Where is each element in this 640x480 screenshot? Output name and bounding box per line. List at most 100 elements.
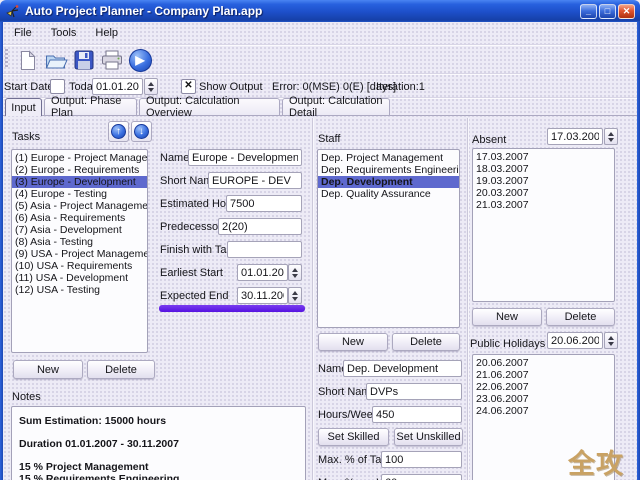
print-button[interactable] bbox=[98, 46, 126, 74]
tab-output-calculation-overview[interactable]: Output: Calculation Overview bbox=[139, 95, 280, 119]
show-output-checkbox[interactable] bbox=[181, 79, 196, 94]
holiday-date-spinner[interactable] bbox=[604, 332, 618, 349]
max-percent-week-input[interactable] bbox=[381, 474, 462, 480]
absent-new-button[interactable]: New bbox=[472, 308, 542, 326]
absent-date-item[interactable]: 20.03.2007 bbox=[473, 187, 614, 199]
set-skilled-button[interactable]: Set Skilled bbox=[318, 428, 389, 446]
task-list-item[interactable]: (5) Asia - Project Management bbox=[12, 200, 147, 212]
staff-new-button[interactable]: New bbox=[318, 333, 388, 351]
absent-delete-button[interactable]: Delete bbox=[546, 308, 615, 326]
hours-per-week-input[interactable] bbox=[372, 406, 462, 423]
earliest-start-spinner[interactable] bbox=[288, 264, 302, 281]
tab-output-calculation-detail[interactable]: Output: Calculation Detail bbox=[282, 95, 390, 119]
notes-textarea[interactable]: Sum Estimation: 15000 hours Duration 01.… bbox=[11, 406, 306, 480]
new-document-button[interactable] bbox=[14, 46, 42, 74]
finish-with-task-input[interactable] bbox=[227, 241, 302, 258]
tasks-label: Tasks bbox=[12, 131, 41, 143]
expected-end-input[interactable] bbox=[237, 287, 288, 304]
staff-label: Staff bbox=[318, 133, 341, 145]
start-date-input[interactable] bbox=[92, 78, 143, 95]
earliest-start-input[interactable] bbox=[237, 264, 288, 281]
absent-date-spinner[interactable] bbox=[604, 128, 618, 145]
menu-item[interactable]: Tools bbox=[49, 26, 79, 40]
tasks-listbox[interactable]: (1) Europe - Project Management(2) Europ… bbox=[11, 149, 148, 353]
app-icon bbox=[6, 4, 19, 17]
save-button[interactable] bbox=[70, 46, 98, 74]
start-date-spinner[interactable] bbox=[144, 78, 158, 95]
task-delete-button[interactable]: Delete bbox=[87, 360, 155, 379]
arrow-down-icon: ↓ bbox=[134, 124, 149, 139]
estimated-hours-input[interactable] bbox=[226, 195, 302, 212]
printer-icon bbox=[102, 50, 122, 70]
staff-short-name-input[interactable] bbox=[366, 383, 462, 400]
watermark-text: 全攻略 bbox=[568, 449, 624, 480]
divider bbox=[3, 44, 637, 45]
window-title: Auto Project Planner - Company Plan.app bbox=[25, 4, 263, 18]
staff-listbox[interactable]: Dep. Project Management Dep. Requirements… bbox=[317, 149, 460, 328]
tab-input[interactable]: Input bbox=[5, 98, 42, 116]
move-task-down-button[interactable]: ↓ bbox=[131, 121, 152, 142]
task-name-input[interactable] bbox=[188, 149, 302, 166]
staff-list-item[interactable]: Dep. Project Management bbox=[318, 152, 459, 164]
tab-label: Input bbox=[11, 101, 36, 114]
absent-date-item[interactable]: 19.03.2007 bbox=[473, 175, 614, 187]
new-document-icon bbox=[21, 49, 36, 70]
holiday-date-item[interactable]: 20.06.2007 bbox=[473, 357, 614, 369]
holiday-date-input[interactable] bbox=[547, 332, 603, 349]
task-list-item[interactable]: (12) USA - Testing bbox=[12, 284, 147, 296]
absent-listbox[interactable]: 17.03.2007 18.03.2007 19.03.2007 20.03.2007… bbox=[472, 148, 615, 302]
task-list-item[interactable]: (6) Asia - Requirements bbox=[12, 212, 147, 224]
task-list-item[interactable]: (10) USA - Requirements bbox=[12, 260, 147, 272]
move-task-up-button[interactable]: ↑ bbox=[108, 121, 129, 142]
task-list-item[interactable]: (4) Europe - Testing bbox=[12, 188, 147, 200]
task-list-item[interactable]: (3) Europe - Development bbox=[12, 176, 147, 188]
run-calculation-button[interactable]: ▶ bbox=[126, 46, 154, 74]
task-list-item[interactable]: (8) Asia - Testing bbox=[12, 236, 147, 248]
set-unskilled-button[interactable]: Set Unskilled bbox=[394, 428, 463, 446]
title-bar[interactable]: Auto Project Planner - Company Plan.app … bbox=[0, 0, 640, 22]
absent-date-input[interactable] bbox=[547, 128, 603, 145]
holiday-date-item[interactable]: 23.06.2007 bbox=[473, 393, 614, 405]
finish-with-task-label: Finish with Task bbox=[160, 244, 238, 256]
absent-date-item[interactable]: 21.03.2007 bbox=[473, 199, 614, 211]
absent-date-item[interactable]: 17.03.2007 bbox=[473, 151, 614, 163]
window-border-left bbox=[0, 22, 3, 480]
task-list-item[interactable]: (9) USA - Project Management bbox=[12, 248, 147, 260]
minimize-button[interactable]: _ bbox=[580, 3, 597, 19]
absent-label: Absent bbox=[472, 134, 507, 146]
task-short-name-input[interactable] bbox=[208, 172, 302, 189]
holiday-date-item[interactable]: 24.06.2007 bbox=[473, 405, 614, 417]
max-percent-task-input[interactable] bbox=[381, 451, 462, 468]
notes-label: Notes bbox=[12, 391, 41, 403]
menu-item[interactable]: Help bbox=[93, 26, 120, 40]
expected-end-label: Expected End bbox=[160, 290, 229, 302]
predecessors-input[interactable] bbox=[218, 218, 302, 235]
staff-list-item[interactable]: Dep. Quality Assurance bbox=[318, 188, 459, 200]
absent-date-item[interactable]: 18.03.2007 bbox=[473, 163, 614, 175]
task-list-item[interactable]: (11) USA - Development bbox=[12, 272, 147, 284]
task-new-button[interactable]: New bbox=[13, 360, 83, 379]
holiday-date-item[interactable]: 22.06.2007 bbox=[473, 381, 614, 393]
staff-list-item[interactable]: Dep. Requirements Engineering bbox=[318, 164, 459, 176]
task-list-item[interactable]: (2) Europe - Requirements bbox=[12, 164, 147, 176]
public-holidays-label: Public Holidays bbox=[470, 338, 546, 350]
earliest-start-label: Earliest Start bbox=[160, 267, 223, 279]
staff-name-input[interactable] bbox=[343, 360, 462, 377]
task-list-item[interactable]: (7) Asia - Development bbox=[12, 224, 147, 236]
holiday-date-item[interactable]: 21.06.2007 bbox=[473, 369, 614, 381]
progress-bar bbox=[159, 305, 305, 312]
maximize-button[interactable]: □ bbox=[599, 3, 616, 19]
staff-delete-button[interactable]: Delete bbox=[392, 333, 460, 351]
app-window: Auto Project Planner - Company Plan.app … bbox=[0, 0, 640, 480]
close-button[interactable]: ✕ bbox=[618, 3, 635, 19]
menu-item[interactable]: File bbox=[12, 26, 34, 40]
open-file-button[interactable] bbox=[42, 46, 70, 74]
today-checkbox[interactable] bbox=[50, 79, 65, 94]
task-list-item[interactable]: (1) Europe - Project Management bbox=[12, 152, 147, 164]
arrow-up-icon: ↑ bbox=[111, 124, 126, 139]
tab-label: Output: Calculation Overview bbox=[146, 95, 240, 119]
staff-list-item[interactable]: Dep. Development bbox=[318, 176, 459, 188]
toolbar-grip[interactable] bbox=[5, 49, 8, 69]
expected-end-spinner[interactable] bbox=[288, 287, 302, 304]
tab-output-phase-plan[interactable]: Output: Phase Plan bbox=[44, 95, 137, 119]
